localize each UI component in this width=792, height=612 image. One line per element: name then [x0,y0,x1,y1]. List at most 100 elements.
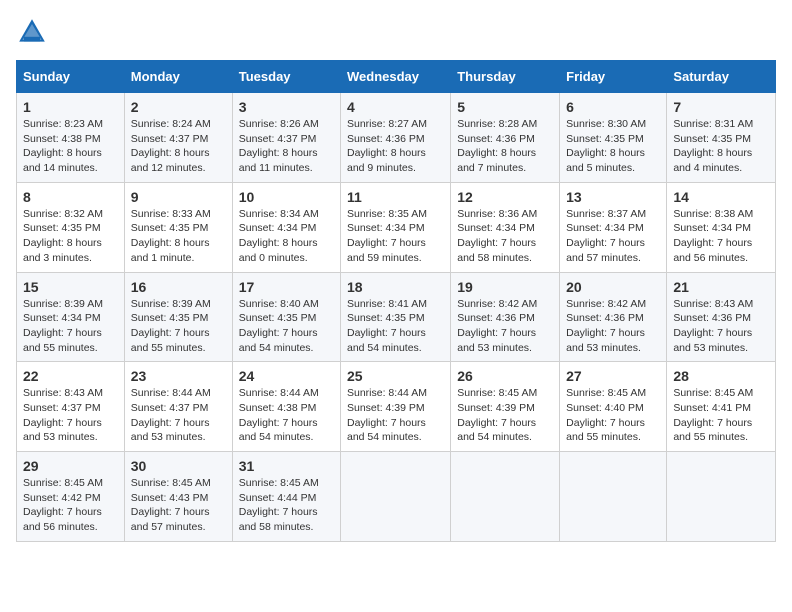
calendar-cell: 13 Sunrise: 8:37 AMSunset: 4:34 PMDaylig… [560,182,667,272]
calendar-cell [667,452,776,542]
weekday-header-thursday: Thursday [451,61,560,93]
calendar-cell: 12 Sunrise: 8:36 AMSunset: 4:34 PMDaylig… [451,182,560,272]
day-number: 5 [457,99,553,115]
day-number: 13 [566,189,660,205]
weekday-header-friday: Friday [560,61,667,93]
day-info: Sunrise: 8:45 AMSunset: 4:39 PMDaylight:… [457,387,537,443]
day-number: 28 [673,368,769,384]
logo [16,16,52,48]
day-info: Sunrise: 8:39 AMSunset: 4:35 PMDaylight:… [131,298,211,354]
calendar-cell: 26 Sunrise: 8:45 AMSunset: 4:39 PMDaylig… [451,362,560,452]
calendar-cell: 23 Sunrise: 8:44 AMSunset: 4:37 PMDaylig… [124,362,232,452]
calendar-cell: 20 Sunrise: 8:42 AMSunset: 4:36 PMDaylig… [560,272,667,362]
day-info: Sunrise: 8:24 AMSunset: 4:37 PMDaylight:… [131,118,211,174]
day-number: 29 [23,458,118,474]
calendar-cell: 1 Sunrise: 8:23 AMSunset: 4:38 PMDayligh… [17,93,125,183]
day-number: 27 [566,368,660,384]
weekday-header-wednesday: Wednesday [341,61,451,93]
weekday-header-monday: Monday [124,61,232,93]
day-number: 31 [239,458,334,474]
calendar-cell: 17 Sunrise: 8:40 AMSunset: 4:35 PMDaylig… [232,272,340,362]
day-info: Sunrise: 8:45 AMSunset: 4:41 PMDaylight:… [673,387,753,443]
day-info: Sunrise: 8:42 AMSunset: 4:36 PMDaylight:… [457,298,537,354]
day-number: 30 [131,458,226,474]
day-info: Sunrise: 8:44 AMSunset: 4:37 PMDaylight:… [131,387,211,443]
day-info: Sunrise: 8:30 AMSunset: 4:35 PMDaylight:… [566,118,646,174]
day-info: Sunrise: 8:45 AMSunset: 4:40 PMDaylight:… [566,387,646,443]
calendar-cell: 6 Sunrise: 8:30 AMSunset: 4:35 PMDayligh… [560,93,667,183]
calendar-cell: 22 Sunrise: 8:43 AMSunset: 4:37 PMDaylig… [17,362,125,452]
day-info: Sunrise: 8:28 AMSunset: 4:36 PMDaylight:… [457,118,537,174]
day-info: Sunrise: 8:23 AMSunset: 4:38 PMDaylight:… [23,118,103,174]
day-info: Sunrise: 8:40 AMSunset: 4:35 PMDaylight:… [239,298,319,354]
day-number: 4 [347,99,444,115]
day-number: 1 [23,99,118,115]
calendar-cell: 24 Sunrise: 8:44 AMSunset: 4:38 PMDaylig… [232,362,340,452]
weekday-header-row: SundayMondayTuesdayWednesdayThursdayFrid… [17,61,776,93]
calendar-cell: 2 Sunrise: 8:24 AMSunset: 4:37 PMDayligh… [124,93,232,183]
calendar-cell: 10 Sunrise: 8:34 AMSunset: 4:34 PMDaylig… [232,182,340,272]
calendar-body: 1 Sunrise: 8:23 AMSunset: 4:38 PMDayligh… [17,93,776,542]
page-header [16,16,776,48]
day-info: Sunrise: 8:35 AMSunset: 4:34 PMDaylight:… [347,208,427,264]
calendar-cell: 5 Sunrise: 8:28 AMSunset: 4:36 PMDayligh… [451,93,560,183]
calendar-cell [341,452,451,542]
day-number: 10 [239,189,334,205]
calendar-cell: 14 Sunrise: 8:38 AMSunset: 4:34 PMDaylig… [667,182,776,272]
day-info: Sunrise: 8:43 AMSunset: 4:36 PMDaylight:… [673,298,753,354]
day-number: 26 [457,368,553,384]
day-info: Sunrise: 8:38 AMSunset: 4:34 PMDaylight:… [673,208,753,264]
day-info: Sunrise: 8:41 AMSunset: 4:35 PMDaylight:… [347,298,427,354]
day-number: 23 [131,368,226,384]
calendar-cell [560,452,667,542]
day-number: 24 [239,368,334,384]
day-number: 12 [457,189,553,205]
day-number: 14 [673,189,769,205]
day-info: Sunrise: 8:34 AMSunset: 4:34 PMDaylight:… [239,208,319,264]
calendar-week-row: 29 Sunrise: 8:45 AMSunset: 4:42 PMDaylig… [17,452,776,542]
weekday-header-saturday: Saturday [667,61,776,93]
calendar-cell: 25 Sunrise: 8:44 AMSunset: 4:39 PMDaylig… [341,362,451,452]
calendar-cell: 15 Sunrise: 8:39 AMSunset: 4:34 PMDaylig… [17,272,125,362]
day-number: 6 [566,99,660,115]
calendar-cell: 31 Sunrise: 8:45 AMSunset: 4:44 PMDaylig… [232,452,340,542]
calendar-cell: 9 Sunrise: 8:33 AMSunset: 4:35 PMDayligh… [124,182,232,272]
weekday-header-sunday: Sunday [17,61,125,93]
calendar-cell: 7 Sunrise: 8:31 AMSunset: 4:35 PMDayligh… [667,93,776,183]
day-number: 16 [131,279,226,295]
calendar-cell: 28 Sunrise: 8:45 AMSunset: 4:41 PMDaylig… [667,362,776,452]
calendar-table: SundayMondayTuesdayWednesdayThursdayFrid… [16,60,776,542]
day-number: 20 [566,279,660,295]
day-info: Sunrise: 8:39 AMSunset: 4:34 PMDaylight:… [23,298,103,354]
calendar-cell: 11 Sunrise: 8:35 AMSunset: 4:34 PMDaylig… [341,182,451,272]
day-info: Sunrise: 8:31 AMSunset: 4:35 PMDaylight:… [673,118,753,174]
calendar-cell: 18 Sunrise: 8:41 AMSunset: 4:35 PMDaylig… [341,272,451,362]
day-info: Sunrise: 8:45 AMSunset: 4:42 PMDaylight:… [23,477,103,533]
calendar-cell: 3 Sunrise: 8:26 AMSunset: 4:37 PMDayligh… [232,93,340,183]
day-number: 2 [131,99,226,115]
day-info: Sunrise: 8:37 AMSunset: 4:34 PMDaylight:… [566,208,646,264]
day-info: Sunrise: 8:36 AMSunset: 4:34 PMDaylight:… [457,208,537,264]
calendar-cell [451,452,560,542]
day-info: Sunrise: 8:42 AMSunset: 4:36 PMDaylight:… [566,298,646,354]
day-number: 7 [673,99,769,115]
day-number: 8 [23,189,118,205]
day-number: 15 [23,279,118,295]
calendar-week-row: 1 Sunrise: 8:23 AMSunset: 4:38 PMDayligh… [17,93,776,183]
calendar-cell: 29 Sunrise: 8:45 AMSunset: 4:42 PMDaylig… [17,452,125,542]
calendar-cell: 4 Sunrise: 8:27 AMSunset: 4:36 PMDayligh… [341,93,451,183]
day-number: 18 [347,279,444,295]
day-info: Sunrise: 8:26 AMSunset: 4:37 PMDaylight:… [239,118,319,174]
calendar-cell: 19 Sunrise: 8:42 AMSunset: 4:36 PMDaylig… [451,272,560,362]
day-info: Sunrise: 8:45 AMSunset: 4:44 PMDaylight:… [239,477,319,533]
calendar-cell: 8 Sunrise: 8:32 AMSunset: 4:35 PMDayligh… [17,182,125,272]
day-info: Sunrise: 8:43 AMSunset: 4:37 PMDaylight:… [23,387,103,443]
day-info: Sunrise: 8:44 AMSunset: 4:39 PMDaylight:… [347,387,427,443]
day-number: 22 [23,368,118,384]
calendar-cell: 21 Sunrise: 8:43 AMSunset: 4:36 PMDaylig… [667,272,776,362]
calendar-week-row: 22 Sunrise: 8:43 AMSunset: 4:37 PMDaylig… [17,362,776,452]
day-info: Sunrise: 8:27 AMSunset: 4:36 PMDaylight:… [347,118,427,174]
day-number: 25 [347,368,444,384]
calendar-cell: 30 Sunrise: 8:45 AMSunset: 4:43 PMDaylig… [124,452,232,542]
day-number: 19 [457,279,553,295]
